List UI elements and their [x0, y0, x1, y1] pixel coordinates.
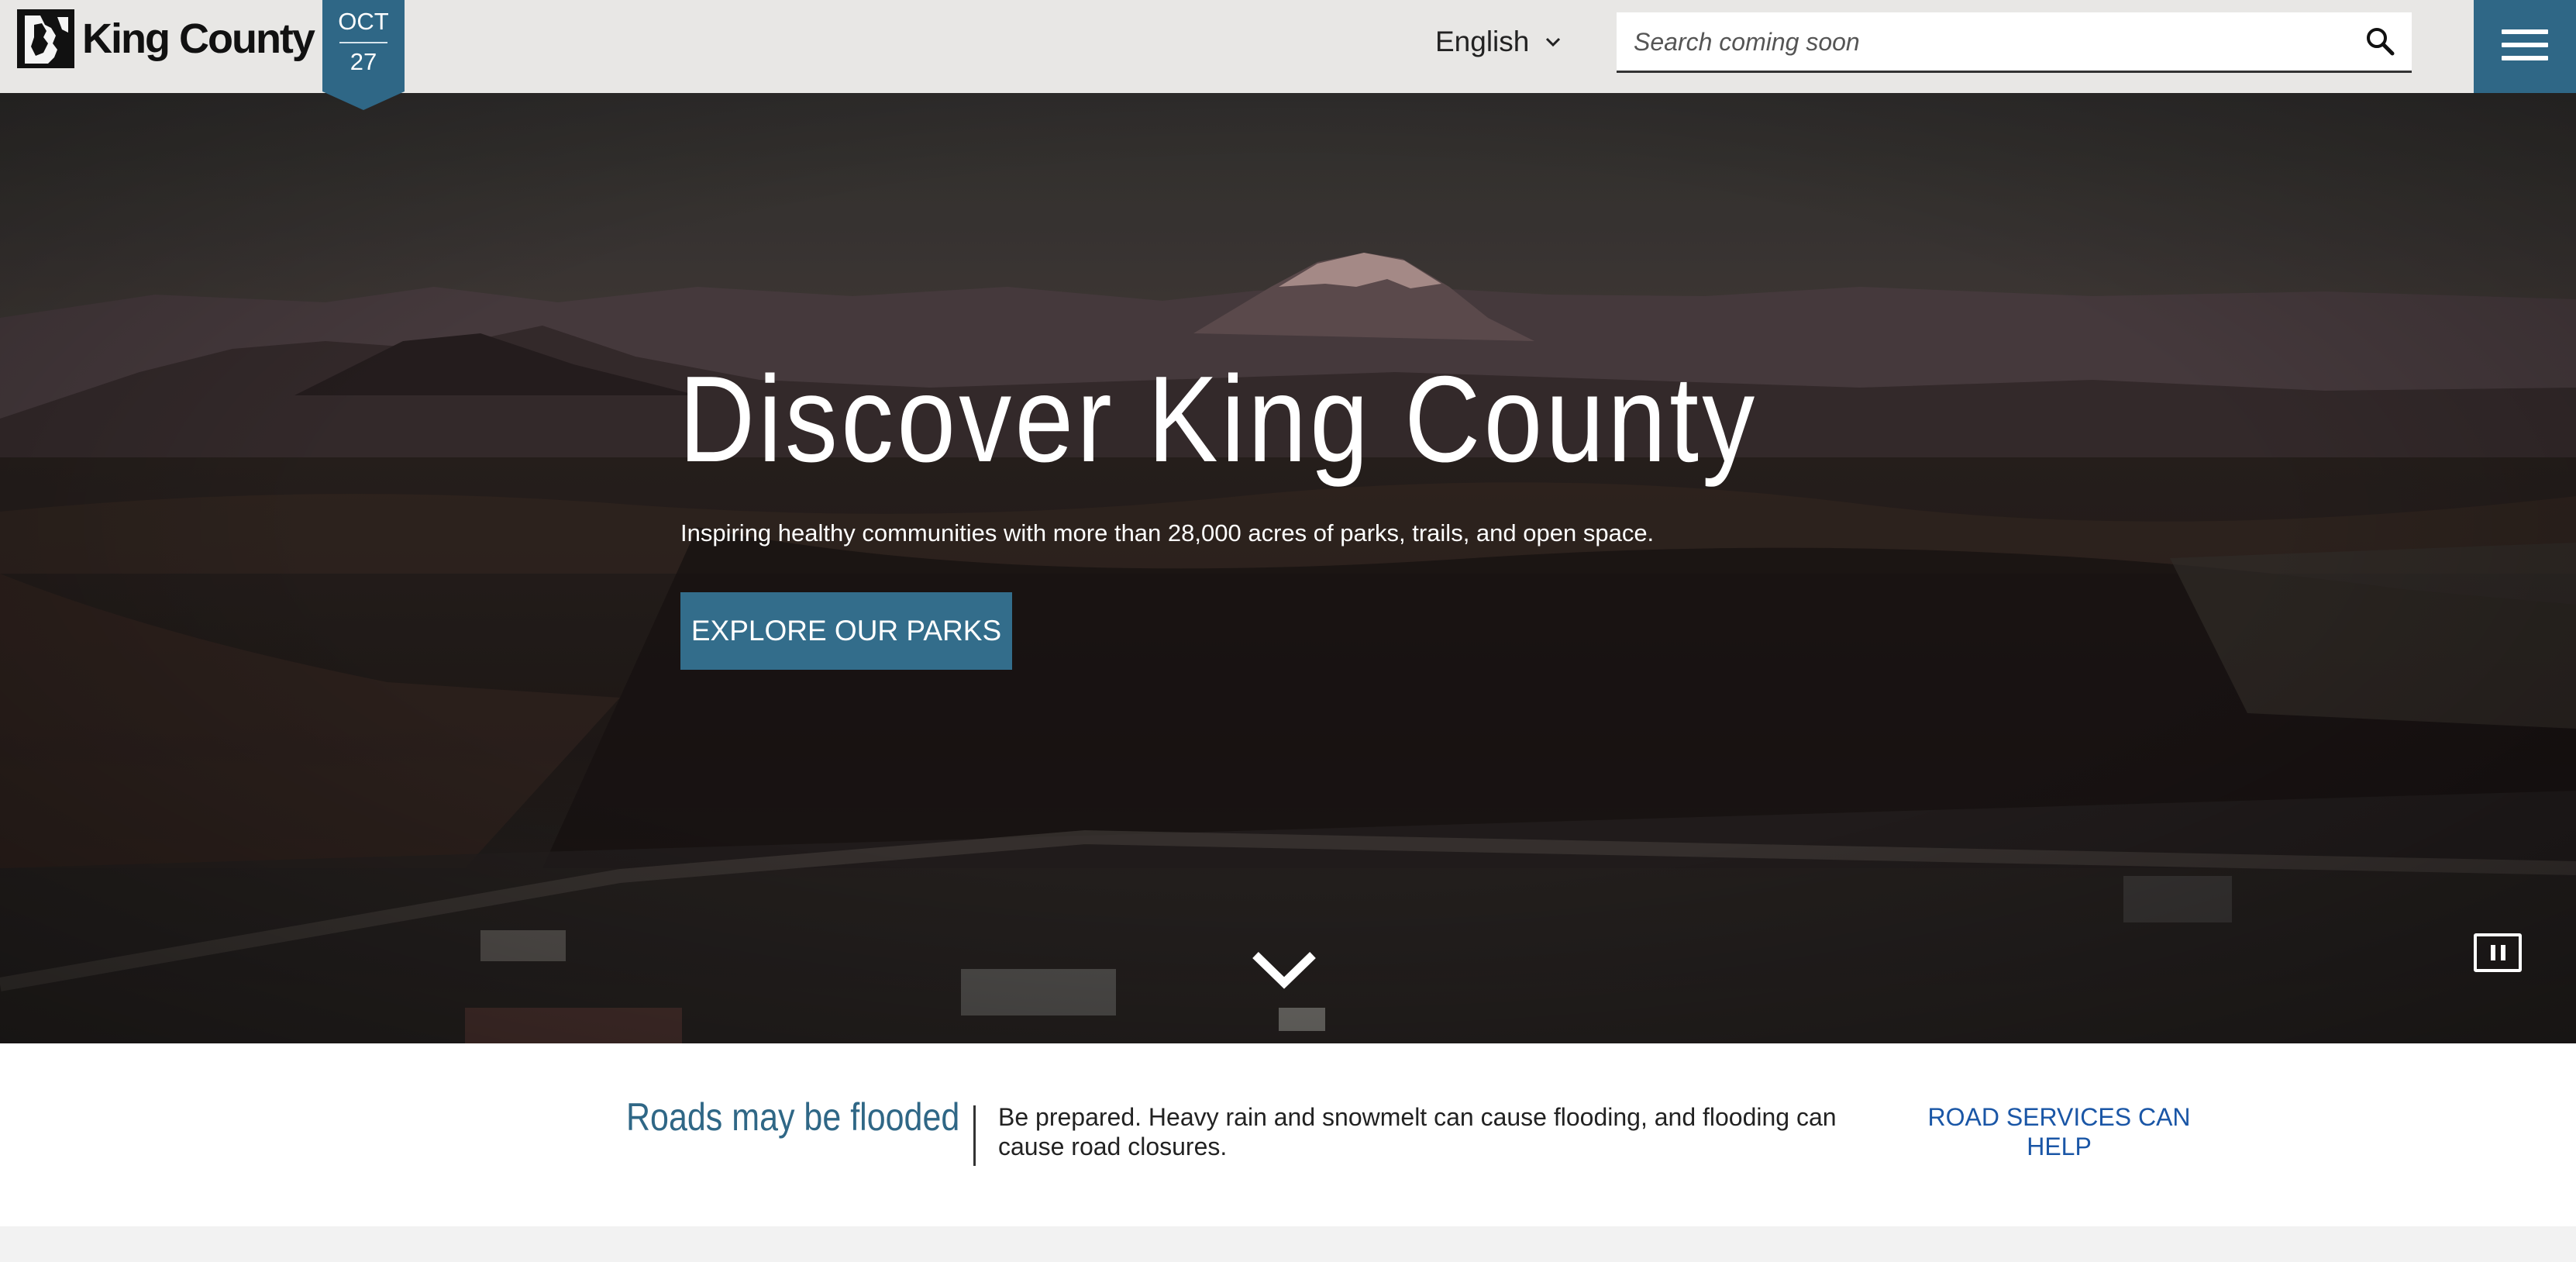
search-bar	[1617, 12, 2412, 73]
search-icon[interactable]	[2364, 25, 2398, 59]
language-selector[interactable]: English	[1435, 22, 1563, 62]
pause-icon[interactable]	[2474, 933, 2522, 972]
hero-banner: Discover King County Inspiring healthy c…	[0, 93, 2576, 1043]
alert-title: Roads may be flooded	[626, 1095, 960, 1139]
road-services-link[interactable]: ROAD SERVICES CAN HELP	[1925, 1102, 2193, 1161]
explore-parks-button[interactable]: EXPLORE OUR PARKS	[680, 592, 1012, 670]
scroll-down-chevron-icon[interactable]	[1249, 947, 1319, 991]
hamburger-menu-icon[interactable]	[2474, 0, 2576, 93]
date-divider	[339, 42, 387, 43]
hero-subtitle: Inspiring healthy communities with more …	[680, 519, 1655, 547]
alert-divider	[973, 1105, 976, 1166]
chevron-down-icon	[1546, 37, 1561, 47]
date-day: 27	[350, 48, 377, 75]
alert-text: Be prepared. Heavy rain and snowmelt can…	[998, 1103, 1837, 1160]
hero-background-image	[0, 93, 2576, 1043]
search-input[interactable]	[1617, 12, 2333, 71]
king-county-logo[interactable]: King County	[17, 9, 315, 68]
date-month: OCT	[338, 8, 389, 35]
site-header: King County OCT 27 English	[0, 0, 2576, 110]
page-bottom-band	[0, 1226, 2576, 1262]
hero-title: Discover King County	[679, 351, 1758, 488]
alert-banner: Roads may be flooded Be prepared. Heavy …	[0, 1043, 2576, 1226]
language-selected: English	[1435, 26, 1530, 57]
logo-text: King County	[82, 16, 315, 62]
king-county-logo-icon	[17, 9, 74, 68]
date-badge: OCT 27	[322, 0, 405, 110]
